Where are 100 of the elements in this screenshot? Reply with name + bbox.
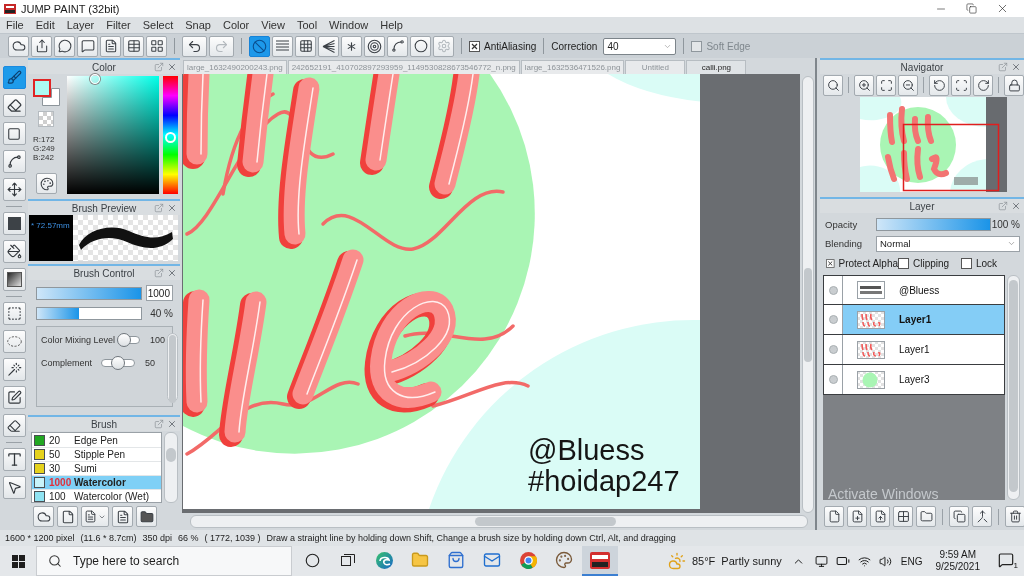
antialiasing-checkbox[interactable]: AntiAliasing — [469, 40, 537, 52]
new-brush-button[interactable] — [57, 506, 78, 527]
tool-button[interactable] — [2, 122, 26, 145]
layer-opacity-slider[interactable] — [876, 218, 991, 231]
tool-button[interactable] — [2, 178, 26, 201]
layer-action-button[interactable] — [949, 506, 969, 527]
download-brush-button[interactable] — [33, 506, 54, 527]
brush-list-item[interactable]: 50 Stipple Pen — [32, 448, 161, 462]
viewport-frame[interactable] — [902, 123, 1000, 192]
blending-dropdown[interactable]: Normal — [876, 235, 1020, 252]
scrollbar-thumb[interactable] — [1009, 280, 1018, 492]
brush-opacity-slider[interactable] — [36, 306, 142, 320]
layer-action-button[interactable] — [870, 506, 890, 527]
layer-row[interactable]: Layer1 — [823, 305, 1005, 335]
search-input[interactable]: Type here to search — [73, 551, 291, 571]
layer-action-button[interactable] — [824, 506, 844, 527]
layer-row[interactable]: Layer3 — [823, 365, 1005, 395]
scrollbar-track[interactable] — [164, 432, 178, 503]
toolbar-button[interactable] — [146, 35, 167, 57]
weather-button[interactable]: 85°F Partly sunny — [663, 546, 786, 576]
scrollbar-thumb[interactable] — [475, 517, 616, 526]
scrollbar-track[interactable] — [802, 76, 814, 513]
toolbar-button[interactable] — [77, 35, 98, 57]
snap-button[interactable] — [341, 35, 362, 57]
folder-button[interactable] — [136, 506, 157, 527]
tool-button[interactable] — [2, 94, 26, 117]
tool-button[interactable] — [2, 386, 26, 409]
tool-button[interactable] — [2, 66, 26, 89]
menu-item[interactable]: View — [255, 17, 291, 33]
snap-button[interactable] — [318, 35, 339, 57]
tool-button[interactable] — [2, 358, 26, 381]
snap-button[interactable] — [410, 35, 431, 57]
close-icon[interactable] — [167, 203, 177, 213]
snap-button[interactable] — [364, 35, 385, 57]
document-tab[interactable]: calli.png — [686, 60, 747, 74]
close-icon[interactable] — [1011, 201, 1021, 211]
visibility-dot-icon[interactable] — [828, 285, 838, 295]
tool-button[interactable] — [2, 150, 26, 173]
close-icon[interactable] — [167, 268, 177, 278]
menu-item[interactable]: Color — [216, 17, 256, 33]
menu-item[interactable]: Select — [136, 17, 180, 33]
visibility-dot-icon[interactable] — [828, 315, 838, 324]
menu-item[interactable]: Window — [323, 17, 375, 33]
brush-size-slider[interactable] — [36, 286, 142, 300]
navigator-button[interactable] — [876, 74, 896, 96]
tool-button[interactable] — [2, 268, 26, 291]
layer-action-button[interactable] — [916, 506, 936, 527]
palette-button[interactable] — [36, 173, 57, 194]
hue-handle[interactable] — [165, 131, 176, 143]
snap-button[interactable] — [249, 35, 270, 57]
brush-size-field[interactable]: 1000 — [146, 285, 173, 301]
menu-item[interactable]: Edit — [29, 17, 61, 33]
language-button[interactable]: ENG — [895, 546, 928, 576]
option-checkbox[interactable]: Protect Alpha — [826, 257, 898, 269]
close-icon[interactable] — [1011, 62, 1021, 72]
color-swatch-icon[interactable] — [42, 88, 60, 106]
visibility-dot-icon[interactable] — [828, 345, 838, 354]
menu-item[interactable]: Tool — [290, 17, 324, 33]
color-swatch-icon[interactable] — [33, 79, 51, 97]
snap-button[interactable] — [387, 35, 408, 57]
layer-action-button[interactable] — [1005, 506, 1024, 527]
navigator-button[interactable] — [951, 74, 971, 96]
slider-thumb[interactable] — [117, 333, 132, 347]
brush-list-item[interactable]: 1000 Watercolor — [32, 476, 161, 490]
navigator-button[interactable] — [854, 74, 874, 96]
toolbar-button[interactable] — [31, 35, 52, 57]
taskbar-app[interactable] — [582, 546, 618, 576]
snap-button[interactable] — [295, 35, 316, 57]
close-icon[interactable] — [167, 419, 177, 429]
tool-button[interactable] — [2, 414, 26, 437]
close-icon[interactable] — [167, 62, 177, 72]
tool-button[interactable] — [2, 448, 26, 471]
brush-list-item[interactable]: 20 Edge Pen — [32, 434, 161, 448]
navigator-button[interactable] — [929, 74, 949, 96]
tool-button[interactable] — [2, 240, 26, 263]
option-checkbox[interactable]: Lock — [961, 257, 1020, 269]
tool-button[interactable] — [2, 212, 26, 235]
scrollbar-thumb[interactable] — [166, 448, 176, 462]
toolbar-button[interactable] — [100, 35, 121, 57]
scrollbar-thumb[interactable] — [804, 268, 812, 362]
toolbar-button[interactable] — [8, 35, 29, 57]
visibility-dot-icon[interactable] — [828, 375, 838, 384]
layer-action-button[interactable] — [893, 506, 913, 527]
layer-action-button[interactable] — [972, 506, 992, 527]
scrollbar-track[interactable] — [190, 515, 808, 528]
drawing-canvas[interactable]: @Bluess #hoidap247 — [183, 74, 700, 509]
brush-menu-button[interactable] — [81, 506, 109, 527]
layer-action-button[interactable] — [847, 506, 867, 527]
navigator-button[interactable] — [1004, 74, 1024, 96]
menu-item[interactable]: Snap — [179, 17, 217, 33]
navigator-button[interactable] — [823, 74, 843, 96]
correction-field[interactable]: 40 — [603, 37, 677, 55]
search-field[interactable]: Type here to search — [36, 546, 292, 576]
menu-item[interactable]: Filter — [100, 17, 137, 33]
slider-thumb[interactable] — [111, 356, 126, 370]
option-checkbox[interactable]: Clipping — [898, 257, 961, 269]
menu-item[interactable]: Layer — [60, 17, 101, 33]
toolbar-button[interactable] — [54, 35, 75, 57]
menu-item[interactable]: File — [0, 17, 30, 33]
navigator-button[interactable] — [973, 74, 993, 96]
